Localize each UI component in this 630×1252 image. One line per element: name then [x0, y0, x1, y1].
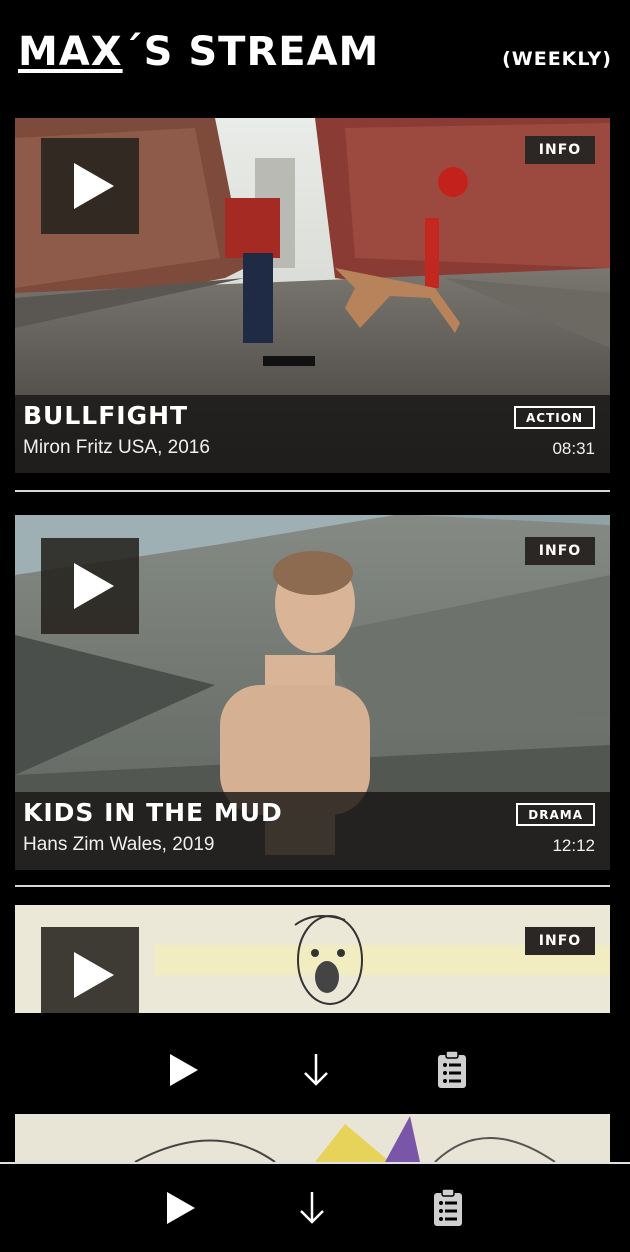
play-button[interactable]: [41, 927, 139, 1013]
download-button[interactable]: [290, 1186, 334, 1230]
header: MAX´S STREAM (WEEKLY): [0, 0, 630, 110]
video-caption: BULLFIGHT Miron Fritz USA, 2016 ACTION 0…: [15, 395, 610, 473]
play-button[interactable]: [41, 538, 139, 634]
video-title: BULLFIGHT: [23, 401, 189, 430]
card-action-bar: [0, 1036, 630, 1104]
video-duration: 08:31: [552, 439, 595, 458]
play-icon: [170, 1054, 198, 1086]
play-action-button[interactable]: [157, 1186, 201, 1230]
period-label: (WEEKLY): [502, 48, 612, 70]
video-thumbnail: [15, 1114, 610, 1162]
download-button[interactable]: [294, 1048, 338, 1092]
clipboard-notes-icon: [438, 1050, 466, 1088]
video-card[interactable]: INFO BULLFIGHT Miron Fritz USA, 2016 ACT…: [15, 118, 610, 473]
info-button[interactable]: INFO: [525, 136, 595, 164]
play-button[interactable]: [41, 138, 139, 234]
genre-badge: DRAMA: [516, 803, 595, 826]
info-button[interactable]: INFO: [525, 927, 595, 955]
app-title: MAX´S STREAM: [18, 28, 379, 76]
download-arrow-icon: [300, 1192, 324, 1224]
video-subtitle: Miron Fritz USA, 2016: [23, 437, 210, 458]
notes-button[interactable]: [426, 1186, 470, 1230]
video-card[interactable]: INFO KIDS IN THE MUD Hans Zim Wales, 201…: [15, 515, 610, 870]
play-action-button[interactable]: [160, 1048, 204, 1092]
video-subtitle: Hans Zim Wales, 2019: [23, 834, 215, 855]
play-icon: [74, 563, 114, 609]
genre-badge: ACTION: [514, 406, 595, 429]
video-caption: KIDS IN THE MUD Hans Zim Wales, 2019 DRA…: [15, 792, 610, 870]
clipboard-notes-icon: [434, 1188, 462, 1226]
notes-button[interactable]: [430, 1048, 474, 1092]
video-duration: 12:12: [552, 836, 595, 855]
play-icon: [74, 952, 114, 998]
app-title-name: MAX: [18, 29, 123, 75]
video-title: KIDS IN THE MUD: [23, 798, 283, 827]
app-title-suffix: ´S STREAM: [122, 29, 380, 75]
info-button[interactable]: INFO: [525, 537, 595, 565]
bottom-action-bar: [0, 1162, 630, 1252]
video-card[interactable]: [15, 1114, 610, 1162]
divider: [15, 490, 610, 492]
divider: [15, 885, 610, 887]
play-icon: [74, 163, 114, 209]
play-icon: [167, 1192, 195, 1224]
download-arrow-icon: [304, 1054, 328, 1086]
video-card[interactable]: INFO: [15, 905, 610, 1013]
